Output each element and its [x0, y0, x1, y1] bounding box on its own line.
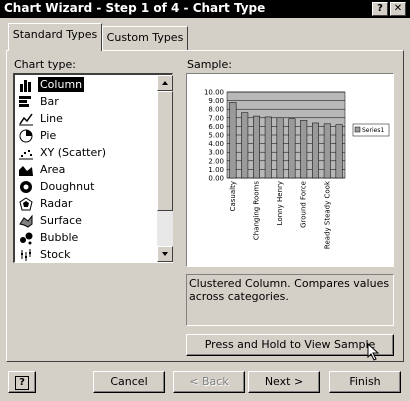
list-item-doughnut[interactable]: Doughnut	[17, 178, 155, 195]
surface-chart-icon	[18, 213, 34, 228]
arrow-up-icon	[162, 81, 168, 85]
chart-type-label: Chart type:	[14, 58, 77, 71]
press-hold-sample-button[interactable]: Press and Hold to View Sample	[186, 334, 394, 361]
radar-chart-icon	[18, 196, 34, 211]
y-tick-label: 10.00	[204, 89, 224, 97]
column-chart-icon	[18, 77, 34, 92]
sample-chart: 10.009.008.007.006.005.004.003.002.001.0…	[204, 89, 390, 249]
scroll-thumb[interactable]	[157, 91, 173, 211]
back-label: < Back	[189, 375, 229, 388]
bubble-chart-icon	[18, 230, 34, 245]
finish-button[interactable]: Finish	[329, 371, 401, 393]
finish-label: Finish	[349, 375, 381, 388]
y-tick-label: 6.00	[208, 123, 224, 131]
list-item-radar[interactable]: Radar	[17, 195, 155, 212]
y-tick-label: 2.00	[208, 157, 224, 165]
list-item-area[interactable]: Area	[17, 161, 155, 178]
next-label: Next >	[264, 375, 304, 388]
x-tick-label: Lonny Henry	[276, 181, 284, 225]
arrow-down-icon	[162, 252, 168, 256]
x-tick-label: Casualty	[229, 181, 237, 211]
y-tick-label: 4.00	[208, 140, 224, 148]
chart-description: Clustered Column. Compares values across…	[186, 274, 394, 326]
bar	[335, 124, 343, 179]
tab-standard-types-label: Standard Types	[12, 28, 98, 41]
bar	[264, 116, 272, 179]
list-item-stock[interactable]: Stock	[17, 246, 155, 263]
mouse-cursor-icon	[367, 343, 380, 361]
help-button[interactable]: ?	[8, 371, 36, 393]
legend-swatch	[354, 126, 361, 133]
list-item-line[interactable]: Line	[17, 110, 155, 127]
list-item-pie[interactable]: Pie	[17, 127, 155, 144]
y-tick-label: 9.00	[208, 97, 224, 105]
title-help-button[interactable]: ?	[372, 2, 388, 16]
y-tick-label: 0.00	[208, 175, 224, 183]
y-tick-label: 7.00	[208, 114, 224, 122]
sample-label: Sample:	[187, 58, 232, 71]
title-bar: Chart Wizard - Step 1 of 4 - Chart Type …	[0, 0, 410, 18]
window-title: Chart Wizard - Step 1 of 4 - Chart Type	[4, 1, 266, 15]
back-button[interactable]: < Back	[173, 371, 245, 393]
bar	[253, 115, 260, 179]
tab-custom-types-label: Custom Types	[106, 31, 184, 44]
x-tick-label: Ready Steady Cook	[323, 180, 331, 249]
scroll-up-button[interactable]	[157, 75, 173, 91]
help-icon: ?	[15, 376, 29, 390]
tab-custom-types[interactable]: Custom Types	[102, 26, 188, 50]
close-button[interactable]: ✕	[390, 2, 406, 16]
bar	[229, 102, 237, 179]
y-tick-label: 3.00	[208, 149, 224, 157]
bar	[323, 123, 331, 179]
cancel-label: Cancel	[110, 375, 148, 388]
legend-label: Series1	[362, 127, 384, 134]
sample-preview: 10.00 9.00 8.00 7.00 6.00 5.00 4.00 3.00 2.00 1.0…	[186, 73, 394, 267]
list-item-surface[interactable]: Surface	[17, 212, 155, 229]
list-item-xy-scatter[interactable]: XY (Scatter)	[17, 144, 155, 161]
bar	[300, 120, 308, 179]
line-chart-icon	[18, 111, 34, 126]
y-tick-label: 1.00	[208, 166, 224, 174]
next-button[interactable]: Next >	[248, 371, 320, 393]
list-item-bar[interactable]: Bar	[17, 93, 155, 110]
bar	[276, 117, 284, 179]
tab-standard-types[interactable]: Standard Types	[8, 23, 102, 51]
list-scrollbar[interactable]	[157, 75, 173, 262]
bar-chart-icon	[18, 94, 34, 109]
scroll-down-button[interactable]	[157, 246, 173, 262]
doughnut-chart-icon	[18, 179, 34, 194]
chart-type-list[interactable]: Column Bar Line Pie XY (Scatter) Area Do…	[13, 73, 173, 263]
x-tick-label: Changing Rooms	[253, 181, 261, 240]
press-hold-label: Press and Hold to View Sample	[204, 338, 376, 351]
stock-chart-icon	[18, 247, 34, 262]
list-item-column[interactable]: Column	[17, 76, 155, 93]
area-chart-icon	[18, 162, 34, 177]
pie-chart-icon	[18, 128, 34, 143]
bar	[241, 112, 249, 179]
y-tick-label: 8.00	[208, 106, 224, 114]
cancel-button[interactable]: Cancel	[93, 371, 165, 393]
y-tick-label: 5.00	[208, 132, 224, 140]
x-tick-label: Ground Force	[300, 181, 308, 228]
list-item-bubble[interactable]: Bubble	[17, 229, 155, 246]
bar	[288, 118, 296, 179]
bar	[312, 122, 319, 179]
scatter-chart-icon	[18, 145, 34, 160]
